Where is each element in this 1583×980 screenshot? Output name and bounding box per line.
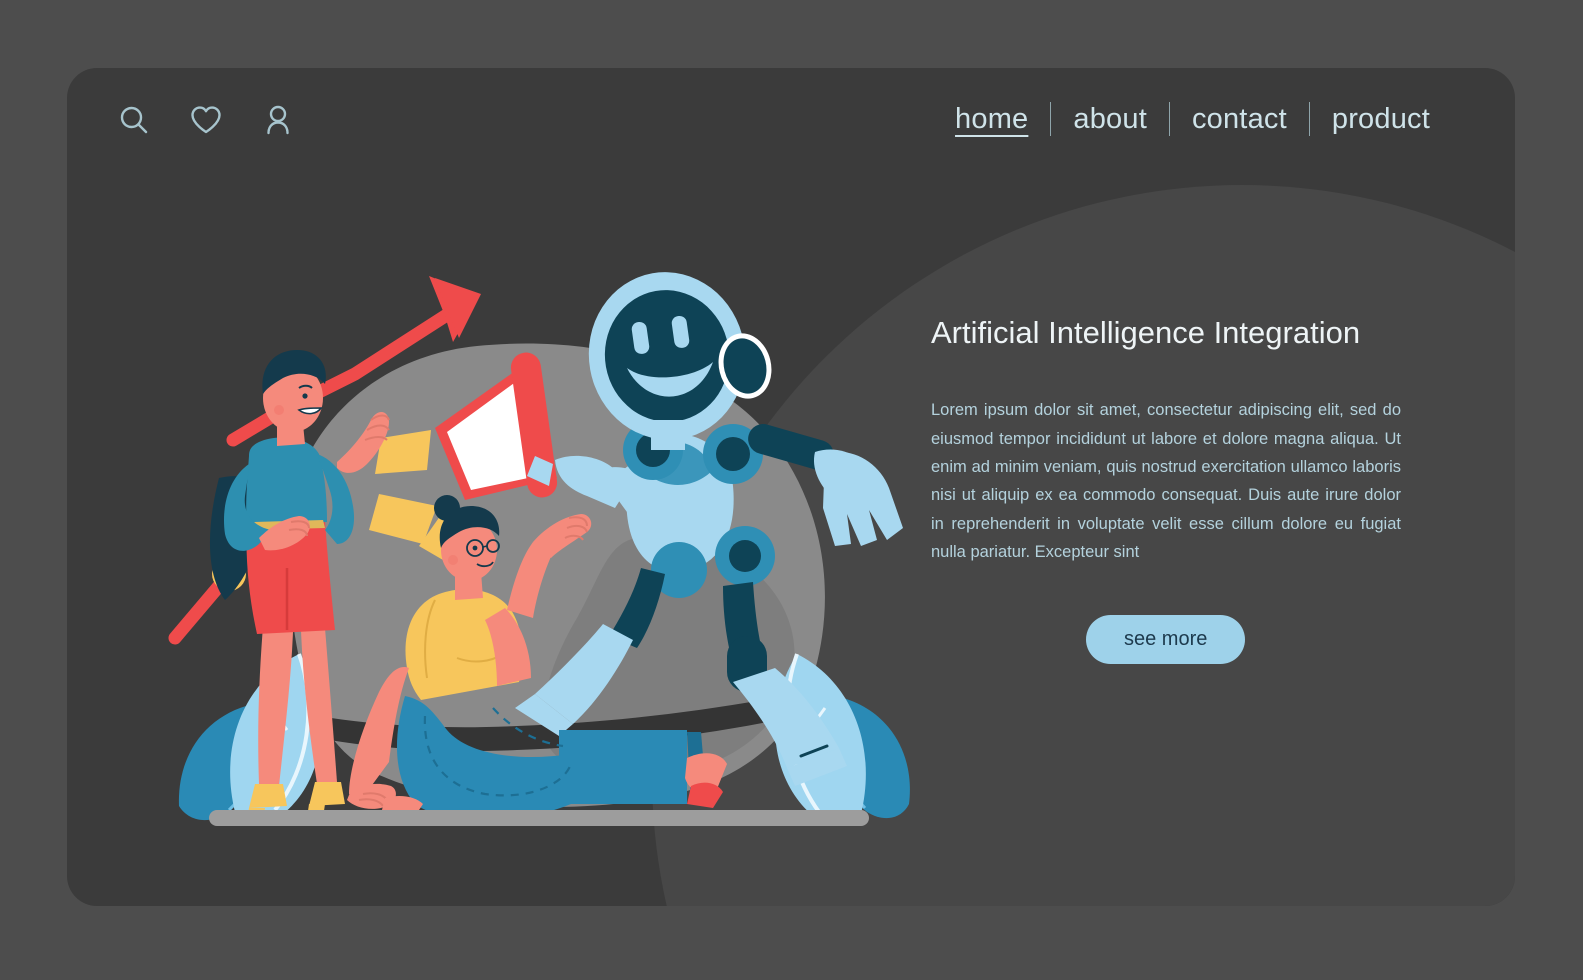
nav-item-home[interactable]: home (933, 103, 1050, 136)
nav-separator (1308, 102, 1310, 136)
nav-separator (1050, 102, 1052, 136)
leaf-plant-left (178, 653, 321, 824)
main-navigation[interactable]: home about contact product (933, 102, 1452, 136)
screenshot-root: home about contact product Artificial In… (0, 0, 1583, 980)
nav-item-product[interactable]: product (1310, 103, 1452, 136)
ground-bar (209, 810, 869, 826)
hero-card: home about contact product Artificial In… (67, 68, 1515, 906)
nav-separator (1168, 102, 1170, 136)
user-icon[interactable] (261, 103, 295, 137)
header-icon-bar (117, 103, 295, 137)
heart-icon[interactable] (189, 103, 223, 137)
see-more-button[interactable]: see more (1086, 614, 1246, 664)
hero-copy: Artificial Intelligence Integration Lore… (931, 313, 1401, 664)
page-title: Artificial Intelligence Integration (931, 315, 1361, 350)
nav-item-about[interactable]: about (1051, 103, 1169, 136)
hero-paragraph: Lorem ipsum dolor sit amet, consectetur … (931, 401, 1401, 562)
nav-item-contact[interactable]: contact (1170, 103, 1309, 136)
ai-integration-illustration (167, 238, 927, 858)
search-icon[interactable] (117, 103, 151, 137)
